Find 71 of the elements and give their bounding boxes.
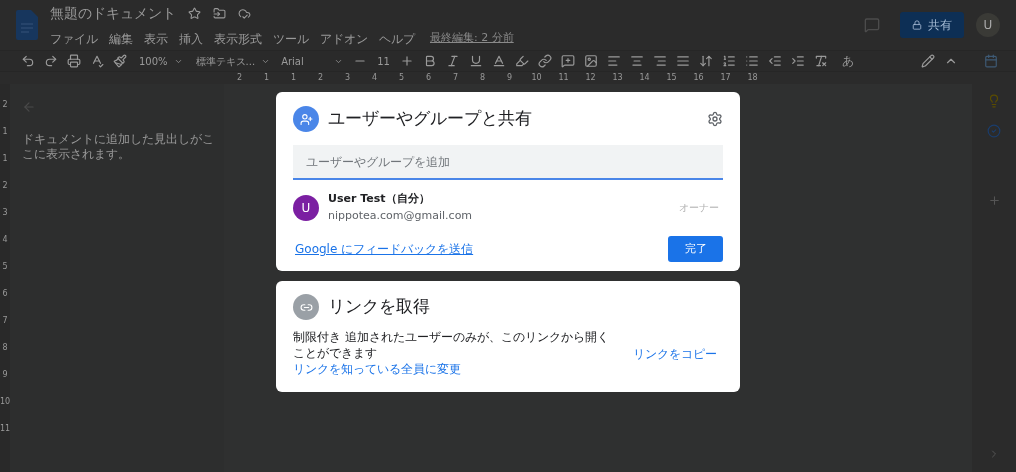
input-tools-button[interactable]: あ bbox=[833, 52, 862, 70]
ruler-number: 10 bbox=[0, 397, 11, 407]
menu-item[interactable]: 挿入 bbox=[179, 29, 203, 48]
done-button[interactable]: 完了 bbox=[668, 236, 723, 262]
check-circle-icon[interactable] bbox=[987, 124, 1001, 138]
link-description: 制限付き 追加されたユーザーのみが、このリンクから開くことができます bbox=[293, 329, 610, 361]
ruler-number: 6 bbox=[424, 72, 433, 84]
ruler-number: 18 bbox=[746, 72, 759, 84]
menu-item[interactable]: 表示形式 bbox=[214, 29, 262, 48]
cloud-icon[interactable] bbox=[238, 6, 251, 20]
ruler-number: 5 bbox=[2, 262, 8, 272]
ruler-number: 8 bbox=[478, 72, 487, 84]
font-dropdown[interactable]: Arial bbox=[277, 53, 348, 69]
document-title[interactable]: 無題のドキュメント bbox=[50, 2, 176, 24]
menu-item[interactable]: アドオン bbox=[320, 29, 368, 48]
ruler-number: 2 bbox=[316, 72, 325, 84]
change-link-link[interactable]: リンクを知っている全員に変更 bbox=[293, 361, 617, 378]
add-people-field[interactable]: ユーザーやグループを追加 bbox=[293, 145, 723, 180]
avatar[interactable]: U bbox=[976, 13, 1000, 37]
menu-item[interactable]: ヘルプ bbox=[379, 29, 415, 48]
zoom-dropdown[interactable]: 100% bbox=[133, 53, 189, 69]
ruler-number: 7 bbox=[451, 72, 460, 84]
ruler-number: 3 bbox=[343, 72, 352, 84]
ruler-number: 2 bbox=[2, 181, 8, 191]
ruler-number: 4 bbox=[2, 235, 8, 245]
person-name: User Test（自分） bbox=[328, 191, 431, 207]
ruler-number: 13 bbox=[611, 72, 624, 84]
ruler-number: 12 bbox=[584, 72, 597, 84]
ruler-number: 16 bbox=[692, 72, 705, 84]
ruler-number: 9 bbox=[2, 370, 8, 380]
ruler-number: 1 bbox=[289, 72, 298, 84]
add-person-icon bbox=[293, 106, 319, 132]
ruler-number: 1 bbox=[262, 72, 271, 84]
role-label: オーナー bbox=[679, 201, 719, 215]
ruler-number: 10 bbox=[530, 72, 543, 84]
ruler-number: 9 bbox=[505, 72, 514, 84]
ruler-number: 4 bbox=[370, 72, 379, 84]
ruler-number: 1 bbox=[2, 127, 8, 137]
ruler-number: 2 bbox=[235, 72, 244, 84]
menu-item[interactable]: 表示 bbox=[144, 29, 168, 48]
ruler-number: 15 bbox=[665, 72, 678, 84]
dialog-title: ユーザーやグループと共有 bbox=[328, 107, 533, 131]
outline-hint: ドキュメントに追加した見出しがここに表示されます。 bbox=[22, 132, 215, 162]
ruler-number: 3 bbox=[2, 208, 8, 218]
copy-link-link[interactable]: リンクをコピー bbox=[633, 344, 717, 363]
ruler-number: 1 bbox=[2, 154, 8, 164]
ruler-number: 8 bbox=[2, 343, 8, 353]
share-button[interactable]: 共有 bbox=[900, 12, 964, 38]
star-icon[interactable] bbox=[188, 6, 201, 20]
ruler-number: 7 bbox=[2, 316, 8, 326]
ruler-number: 11 bbox=[0, 424, 11, 434]
ruler-number: 5 bbox=[397, 72, 406, 84]
menu-item[interactable]: ファイル bbox=[50, 29, 98, 48]
ruler-number: 6 bbox=[2, 289, 8, 299]
ruler-number: 2 bbox=[2, 100, 8, 110]
lock-icon bbox=[912, 20, 922, 30]
style-dropdown[interactable]: 標準テキス... bbox=[191, 53, 275, 69]
menu-item[interactable]: ツール bbox=[273, 29, 309, 48]
last-edit-link[interactable]: 最終編集: 2 分前 bbox=[430, 30, 514, 47]
avatar: U bbox=[293, 194, 319, 221]
menu-item[interactable]: 編集 bbox=[109, 29, 133, 48]
ruler-number: 14 bbox=[638, 72, 651, 84]
ruler-number: 17 bbox=[719, 72, 732, 84]
font-size-field[interactable]: 11 bbox=[373, 53, 394, 69]
person-email: nippotea.com@gmail.com bbox=[328, 207, 474, 224]
ruler-number: 11 bbox=[557, 72, 570, 84]
link-icon bbox=[293, 294, 319, 320]
settings-icon[interactable] bbox=[707, 111, 723, 127]
move-folder-icon[interactable] bbox=[213, 6, 226, 20]
dialog-title: リンクを取得 bbox=[328, 295, 430, 319]
feedback-link[interactable]: Google にフィードバックを送信 bbox=[295, 240, 474, 258]
